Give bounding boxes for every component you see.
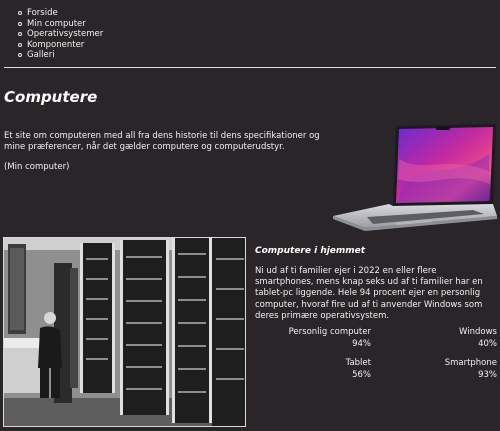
header-divider [4,67,496,68]
laptop-image [333,124,497,231]
nav-item-galleri[interactable]: Galleri [18,50,103,61]
page-title: Computere [4,88,98,106]
bullet-icon [18,32,22,37]
stat-value: 93% [478,369,497,380]
stat-value: 94% [352,338,371,349]
nav-link-forside[interactable]: Forside [27,8,58,19]
stat-personlig-computer: Personlig computer 94% [255,327,371,350]
stat-label: Smartphone [444,358,497,368]
min-computer-link[interactable]: (Min computer) [4,162,69,172]
stat-smartphone: Smartphone 93% [381,358,497,381]
main-nav: Forside Min computer Operativsystemer Ko… [18,8,103,61]
home-section-text: Ni ud af ti familier ejer i 2022 en elle… [255,266,483,321]
nav-item-min-computer[interactable]: Min computer [18,19,103,30]
stat-value: 56% [352,369,371,380]
intro-text: Et site om computeren med all fra dens h… [4,131,320,152]
bullet-icon [18,21,22,26]
nav-item-forside[interactable]: Forside [18,8,103,19]
stat-tablet: Tablet 56% [255,358,371,381]
nav-link-komponenter[interactable]: Komponenter [27,40,84,51]
bullet-icon [18,53,22,58]
nav-item-operativsystemer[interactable]: Operativsystemer [18,29,103,40]
nav-link-min-computer[interactable]: Min computer [27,19,86,30]
bullet-icon [18,11,22,16]
stat-label: Windows [459,327,497,337]
home-section-heading: Computere i hjemmet [255,246,366,256]
server-room-image [3,237,246,427]
stat-value: 40% [478,338,497,349]
bullet-icon [18,42,22,47]
stat-windows: Windows 40% [381,327,497,350]
nav-link-galleri[interactable]: Galleri [27,50,55,61]
nav-link-operativsystemer[interactable]: Operativsystemer [27,29,103,40]
stat-label: Tablet [345,358,371,368]
stat-label: Personlig computer [288,327,371,337]
nav-item-komponenter[interactable]: Komponenter [18,40,103,51]
